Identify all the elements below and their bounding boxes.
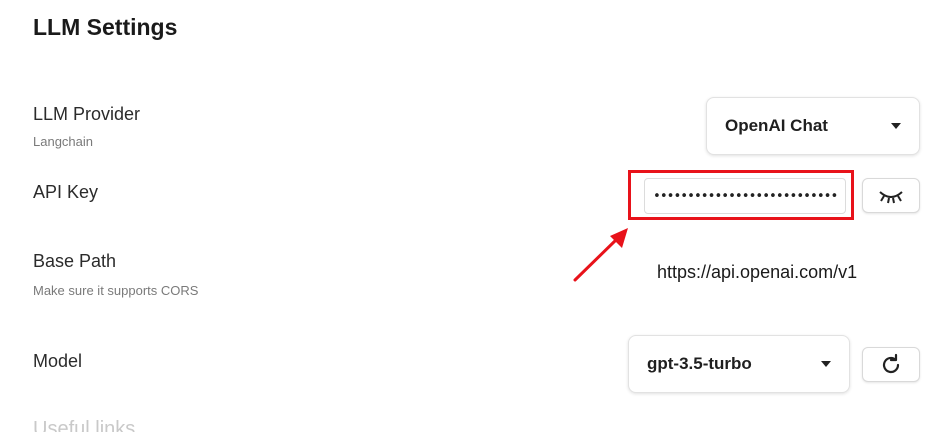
eye-closed-icon bbox=[879, 190, 903, 203]
base-path-value[interactable]: https://api.openai.com/v1 bbox=[657, 262, 857, 283]
llm-settings-panel: LLM Settings LLM Provider Langchain Open… bbox=[0, 0, 942, 432]
model-selected-value: gpt-3.5-turbo bbox=[647, 354, 752, 373]
provider-label: LLM Provider bbox=[33, 104, 141, 124]
api-key-input[interactable] bbox=[644, 178, 846, 214]
refresh-icon bbox=[882, 353, 900, 373]
refresh-models-button[interactable] bbox=[862, 347, 920, 382]
red-arrow-icon bbox=[573, 228, 628, 282]
chevron-down-icon bbox=[821, 361, 831, 367]
chevron-down-icon bbox=[891, 123, 901, 129]
provider-selected-value: OpenAI Chat bbox=[725, 116, 828, 135]
useful-links-heading: Useful links bbox=[33, 418, 136, 432]
page-title: LLM Settings bbox=[33, 14, 178, 40]
toggle-visibility-button[interactable] bbox=[862, 178, 920, 213]
provider-select[interactable]: OpenAI Chat bbox=[706, 97, 920, 155]
model-label: Model bbox=[33, 351, 83, 371]
base-path-sublabel: Make sure it supports CORS bbox=[33, 283, 199, 298]
provider-sublabel: Langchain bbox=[33, 134, 93, 149]
base-path-label: Base Path bbox=[33, 251, 117, 271]
model-select[interactable]: gpt-3.5-turbo bbox=[628, 335, 850, 393]
api-key-label: API Key bbox=[33, 182, 99, 202]
